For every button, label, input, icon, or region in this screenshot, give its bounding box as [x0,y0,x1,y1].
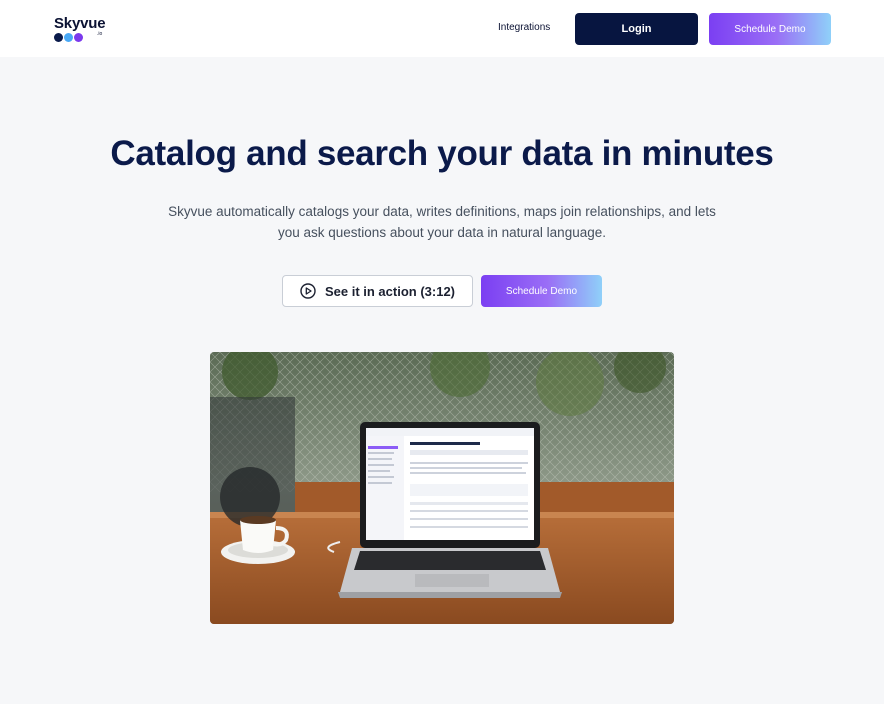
logo-dot-purple [74,33,83,42]
logo[interactable]: Skyvue .io [54,15,114,45]
watch-video-button[interactable]: See it in action (3:12) [282,275,473,307]
hero-image [210,352,674,624]
hero-title: Catalog and search your data in minutes [110,134,774,173]
nav-schedule-demo-button[interactable]: Schedule Demo [709,13,831,45]
hero-schedule-demo-button[interactable]: Schedule Demo [481,275,602,307]
logo-suffix: .io [97,31,103,37]
laptop-photo-icon [210,352,674,624]
hero-subtitle: Skyvue automatically catalogs your data,… [168,204,716,240]
logo-dot-navy [54,33,63,42]
logo-wordmark: Skyvue [54,15,106,32]
logo-dots-icon [54,33,83,42]
watch-video-label: See it in action (3:12) [324,283,456,299]
navbar: Skyvue .io Integrations Login Schedule D… [0,0,884,57]
play-circle-icon [300,283,316,299]
logo-dot-blue [64,33,73,42]
nav-link-integrations[interactable]: Integrations [498,22,550,33]
login-button[interactable]: Login [575,13,698,45]
